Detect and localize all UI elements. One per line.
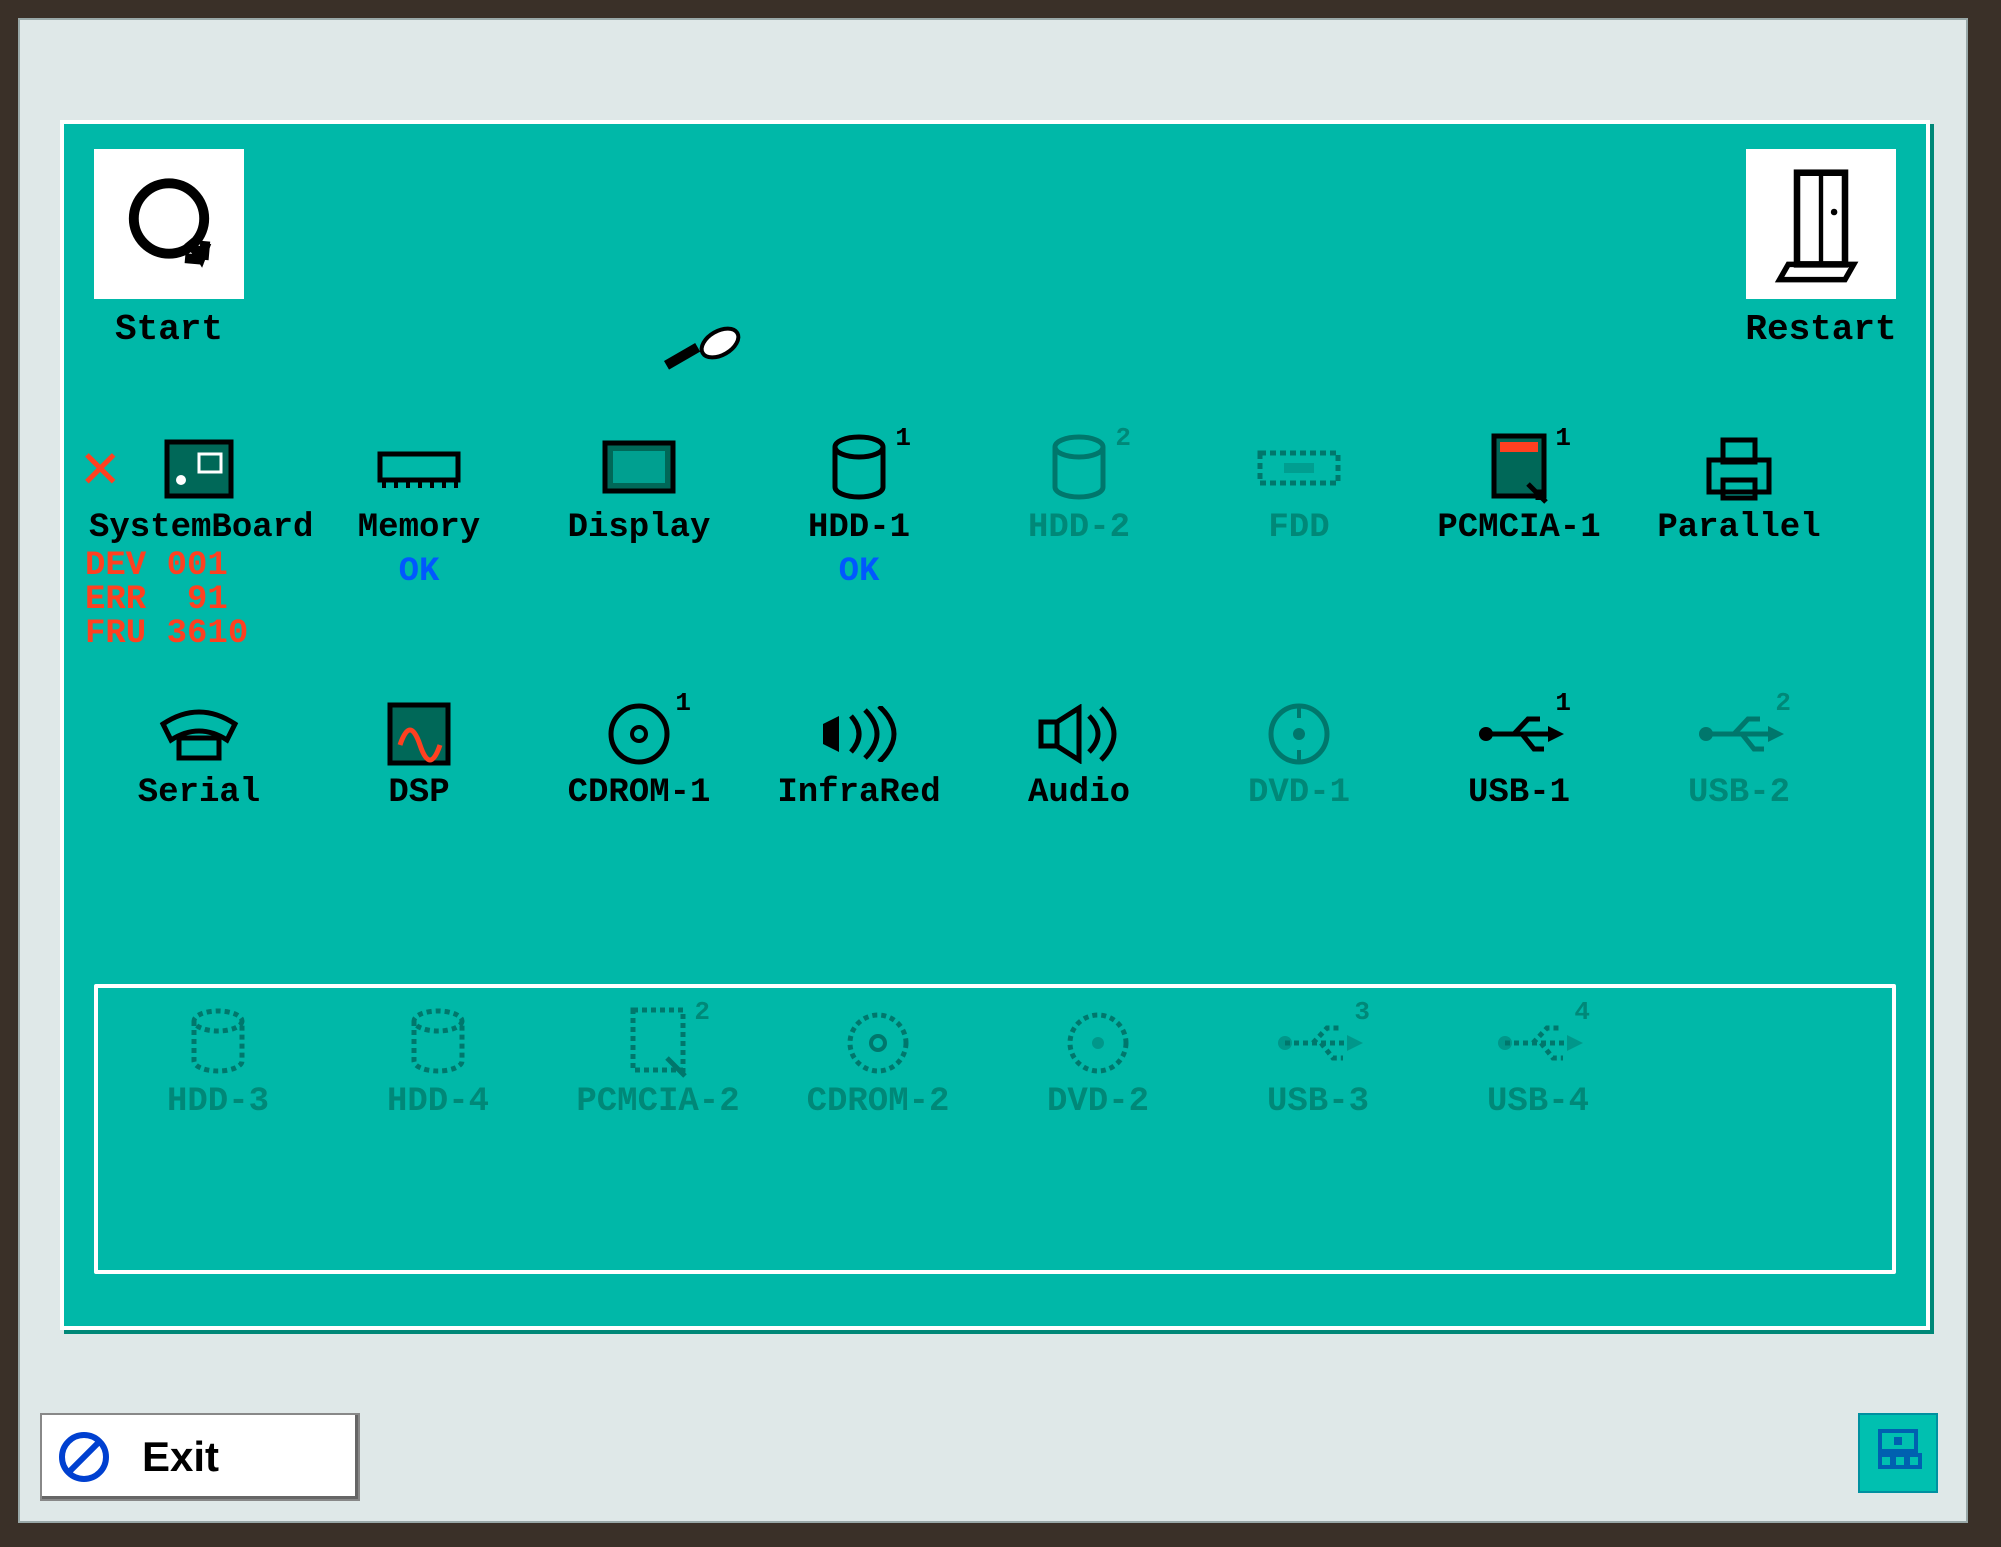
device-hdd-2[interactable]: 2 HDD-2	[969, 429, 1189, 591]
device-memory[interactable]: Memory OK	[309, 429, 529, 591]
device-parallel[interactable]: Parallel	[1629, 429, 1849, 591]
diagnostic-panel: Start Restart ✕	[60, 120, 1930, 1330]
device-label: DSP	[309, 774, 529, 812]
cd-icon	[768, 1003, 988, 1083]
device-label: Audio	[969, 774, 1189, 812]
usb-icon	[1629, 694, 1849, 774]
device-dvd-2[interactable]: DVD-2	[988, 1003, 1208, 1121]
device-cdrom-2[interactable]: CDROM-2	[768, 1003, 988, 1121]
start-button[interactable]: Start	[89, 149, 249, 350]
systemboard-icon	[89, 429, 309, 509]
device-display[interactable]: Display	[529, 429, 749, 591]
device-usb-4[interactable]: 4 USB-4	[1428, 1003, 1648, 1121]
device-label: InfraRed	[749, 774, 969, 812]
device-usb-3[interactable]: 3 USB-3	[1208, 1003, 1428, 1121]
device-pcmcia-2[interactable]: 2 PCMCIA-2	[548, 1003, 768, 1121]
dsp-icon	[309, 694, 529, 774]
restart-label: Restart	[1741, 309, 1901, 350]
disabled-devices-box: HDD-3 HDD-4 2 PCMCIA-2	[94, 984, 1896, 1274]
error-readout: DEV 001 ERR 91 FRU 3610	[85, 549, 248, 651]
device-label: Memory	[309, 509, 529, 547]
usb-icon	[1208, 1003, 1428, 1083]
hdd-icon	[108, 1003, 328, 1083]
device-label: DVD-1	[1189, 774, 1409, 812]
device-label: HDD-1	[749, 509, 969, 547]
device-index: 1	[675, 688, 691, 718]
device-label: PCMCIA-1	[1409, 509, 1629, 547]
restart-icon	[1746, 149, 1896, 299]
cursor-screwdriver-icon	[654, 319, 744, 389]
device-label: SystemBoard	[89, 509, 309, 547]
device-hdd-4[interactable]: HDD-4	[328, 1003, 548, 1121]
device-dvd-1[interactable]: DVD-1	[1189, 694, 1409, 812]
device-label: DVD-2	[988, 1083, 1208, 1121]
dvd-icon	[1189, 694, 1409, 774]
device-label: USB-1	[1409, 774, 1629, 812]
memory-icon	[309, 429, 529, 509]
device-label: USB-4	[1428, 1083, 1648, 1121]
pcmcia-icon	[548, 1003, 768, 1083]
device-label: USB-2	[1629, 774, 1849, 812]
system-info-button[interactable]	[1858, 1413, 1938, 1493]
restart-button[interactable]: Restart	[1741, 149, 1901, 350]
start-icon	[94, 149, 244, 299]
device-label: Display	[529, 509, 749, 547]
device-label: HDD-4	[328, 1083, 548, 1121]
device-label: Parallel	[1629, 509, 1849, 547]
cd-icon	[529, 694, 749, 774]
device-label: PCMCIA-2	[548, 1083, 768, 1121]
speaker-icon	[969, 694, 1189, 774]
fail-x-icon: ✕	[81, 439, 120, 503]
device-systemboard[interactable]: ✕ SystemBoard DEV 001 ERR 91 FRU 3610	[89, 429, 309, 591]
device-hdd-1[interactable]: 1 HDD-1 OK	[749, 429, 969, 591]
device-label: HDD-3	[108, 1083, 328, 1121]
device-audio[interactable]: Audio	[969, 694, 1189, 812]
device-row-2: Serial DSP 1 CDROM-1 InfraRed	[89, 694, 1901, 812]
start-label: Start	[89, 309, 249, 350]
fdd-icon	[1189, 429, 1409, 509]
screen: Start Restart ✕	[18, 18, 1968, 1523]
device-label: HDD-2	[969, 509, 1189, 547]
device-dsp[interactable]: DSP	[309, 694, 529, 812]
usb-icon	[1409, 694, 1629, 774]
device-index: 1	[895, 423, 911, 453]
hdd-icon	[749, 429, 969, 509]
device-label: CDROM-1	[529, 774, 749, 812]
device-serial[interactable]: Serial	[89, 694, 309, 812]
prohibit-icon	[56, 1429, 112, 1485]
device-usb-1[interactable]: 1 USB-1	[1409, 694, 1629, 812]
building-icon	[1870, 1425, 1926, 1481]
device-index: 2	[1115, 423, 1131, 453]
device-usb-2[interactable]: 2 USB-2	[1629, 694, 1849, 812]
device-index: 1	[1555, 423, 1571, 453]
phone-icon	[89, 694, 309, 774]
exit-label: Exit	[142, 1433, 219, 1481]
device-row-3: HDD-3 HDD-4 2 PCMCIA-2	[108, 1003, 1882, 1121]
display-icon	[529, 429, 749, 509]
status-ok: OK	[749, 553, 969, 591]
device-index: 1	[1555, 688, 1571, 718]
status-ok: OK	[309, 553, 529, 591]
device-label: FDD	[1189, 509, 1409, 547]
printer-icon	[1629, 429, 1849, 509]
device-hdd-3[interactable]: HDD-3	[108, 1003, 328, 1121]
device-cdrom-1[interactable]: 1 CDROM-1	[529, 694, 749, 812]
exit-button[interactable]: Exit	[40, 1413, 360, 1501]
usb-icon	[1428, 1003, 1648, 1083]
device-pcmcia-1[interactable]: 1 PCMCIA-1	[1409, 429, 1629, 591]
pcmcia-icon	[1409, 429, 1629, 509]
device-label: CDROM-2	[768, 1083, 988, 1121]
dvd-icon	[988, 1003, 1208, 1083]
device-fdd[interactable]: FDD	[1189, 429, 1409, 591]
device-index: 2	[694, 997, 710, 1027]
hdd-icon	[969, 429, 1189, 509]
hdd-icon	[328, 1003, 548, 1083]
infrared-icon	[749, 694, 969, 774]
device-label: USB-3	[1208, 1083, 1428, 1121]
device-row-1: ✕ SystemBoard DEV 001 ERR 91 FRU 3610 Me…	[89, 429, 1901, 591]
device-infrared[interactable]: InfraRed	[749, 694, 969, 812]
device-label: Serial	[89, 774, 309, 812]
